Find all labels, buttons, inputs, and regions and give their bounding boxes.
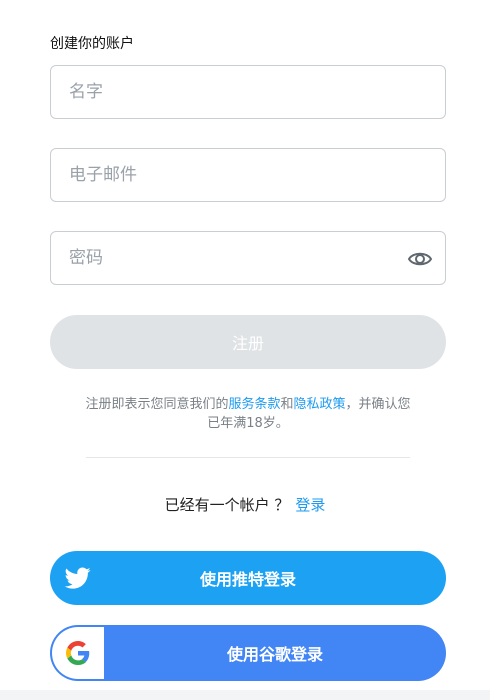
twitter-login-button[interactable]: 使用推特登录 [50,551,446,605]
privacy-policy-link[interactable]: 隐私政策 [294,397,346,412]
twitter-login-label: 使用推特登录 [199,570,296,589]
terms-text: 注册即表示您同意我们的服务条款和隐私政策，并确认您已年满18岁。 [80,395,416,433]
google-badge [52,627,104,679]
eye-icon[interactable] [407,246,433,272]
form-heading: 创建你的账户 [50,36,134,52]
password-field-container [50,231,446,285]
divider [86,457,410,458]
google-icon [66,641,90,665]
google-login-button[interactable]: 使用谷歌登录 [50,625,446,681]
google-login-label: 使用谷歌登录 [226,645,323,664]
password-input[interactable] [51,232,389,284]
terms-prefix: 注册即表示您同意我们的 [85,397,229,412]
terms-of-service-link[interactable]: 服务条款 [228,397,280,412]
name-field-container [50,65,446,119]
bottom-edge [0,690,490,700]
terms-and: 和 [280,397,294,412]
signin-prompt: 已经有一个帐户 ？ [164,496,290,514]
email-field-container [50,148,446,202]
name-input[interactable] [51,66,389,118]
signin-link[interactable]: 登录 [295,496,325,514]
register-button[interactable]: 注册 [50,315,446,369]
signin-row: 已经有一个帐户 ？ 登录 [0,494,490,515]
email-input[interactable] [51,149,389,201]
